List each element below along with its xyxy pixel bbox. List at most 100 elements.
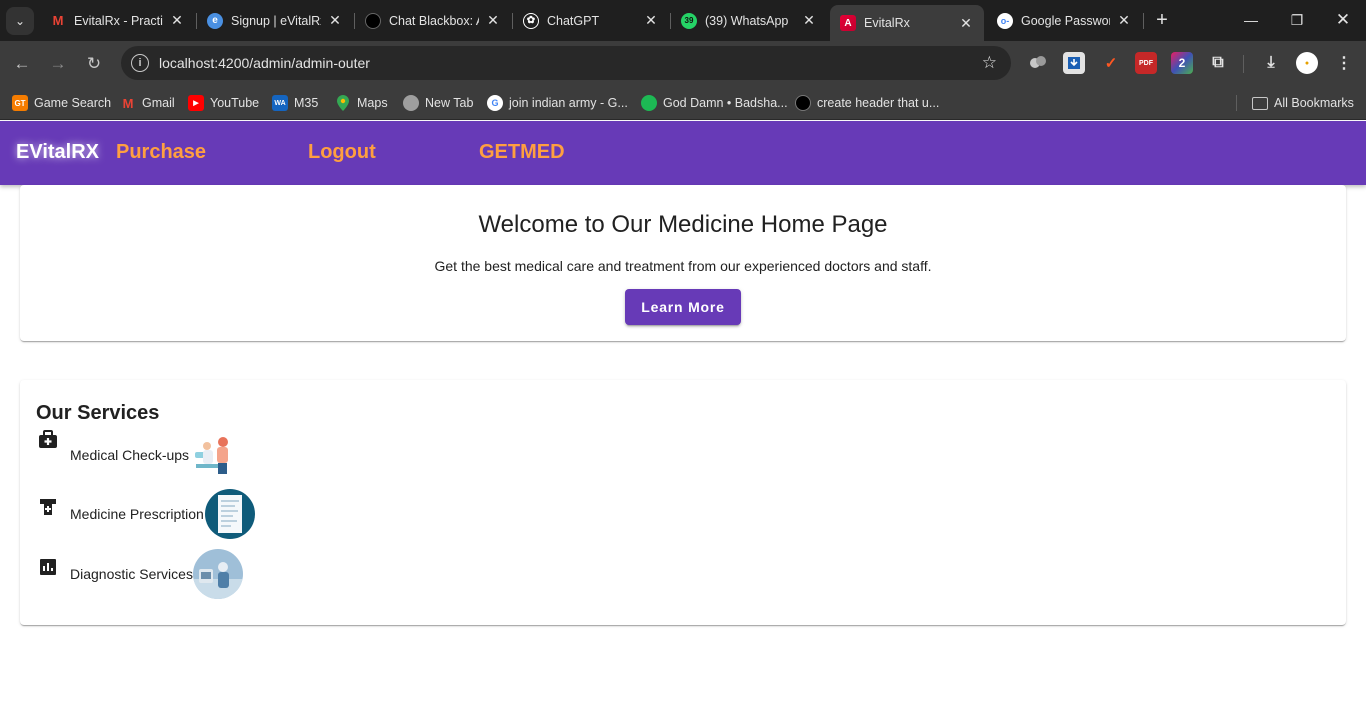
tab-title: Chat Blackbox: AI (389, 13, 479, 28)
url-text[interactable]: localhost:4200/admin/admin-outer (159, 55, 370, 71)
browser-tab-active[interactable]: A EvitalRx ✕ (830, 5, 984, 41)
service-item-medical-checkups: Medical Check-ups (36, 430, 238, 478)
prescription-document-image (204, 489, 255, 539)
bookmark-create-header[interactable]: create header that u... (795, 93, 939, 113)
tab-title: ChatGPT (547, 13, 600, 28)
toolbar-separator (1243, 55, 1244, 73)
bookmarks-bar: GT Game Search M Gmail ▶ YouTube WA M35 … (0, 85, 1366, 120)
brand-logo[interactable]: EVitalRX (16, 141, 99, 164)
diagnostic-lab-image (192, 549, 243, 599)
browser-tab[interactable]: M EvitalRx - Practic ✕ (40, 5, 195, 36)
new-tab-plus-icon[interactable]: + (1150, 8, 1174, 32)
download-box-icon[interactable] (1063, 52, 1085, 74)
bookmark-label: Maps (357, 96, 388, 110)
reload-icon[interactable]: ↻ (80, 50, 108, 78)
blackbox-icon (795, 95, 811, 111)
bookmark-join-indian-army[interactable]: G join indian army - G... (487, 93, 628, 113)
close-icon[interactable]: ✕ (327, 12, 343, 29)
tab-search-chevron-icon[interactable]: ⌄ (6, 7, 34, 35)
browser-tab[interactable]: ✿ ChatGPT ✕ (513, 5, 669, 36)
bookmark-label: Game Search (34, 96, 112, 110)
bookmark-label: All Bookmarks (1274, 96, 1354, 110)
bookmark-label: join indian army - G... (509, 96, 628, 110)
tab-separator (1143, 13, 1144, 29)
nav-link-getmed[interactable]: GETMED (479, 141, 565, 164)
spotify-icon (641, 95, 657, 111)
doctor-checkup-illustration (191, 432, 238, 478)
all-bookmarks[interactable]: All Bookmarks (1252, 93, 1354, 113)
vivaldi-icon[interactable]: ✓ (1100, 52, 1122, 74)
gmail-icon: M (122, 95, 134, 111)
bookmark-label: Gmail (142, 96, 175, 110)
hero-subtitle: Get the best medical care and treatment … (434, 258, 932, 274)
extensions-puzzle-icon[interactable]: ⧉ (1207, 52, 1229, 74)
bookmark-label: God Damn • Badsha... (663, 96, 788, 110)
tab-title: Signup | eVitalRx (231, 13, 321, 28)
tab-title: Google Passwords (1021, 13, 1110, 28)
evitalrx-icon: e (207, 12, 223, 29)
close-icon[interactable]: ✕ (958, 15, 974, 32)
service-item-medicine-prescription: Medicine Prescription (36, 489, 255, 539)
close-icon[interactable]: ✕ (643, 12, 659, 29)
services-card: Our Services Medical Check-ups Medicine … (20, 380, 1346, 625)
app-navbar: EVitalRX Purchase Logout GETMED (0, 121, 1366, 185)
browser-tab[interactable]: 39 (39) WhatsApp ✕ (671, 5, 827, 36)
nav-link-logout[interactable]: Logout (308, 141, 376, 164)
close-icon[interactable]: ✕ (169, 12, 185, 29)
site-info-icon[interactable]: i (131, 54, 149, 72)
forward-arrow-icon[interactable]: → (44, 50, 72, 78)
browser-tab[interactable]: e Signup | eVitalRx ✕ (197, 5, 353, 36)
profile-avatar[interactable]: ● (1296, 52, 1318, 74)
address-bar[interactable]: i localhost:4200/admin/admin-outer ☆ (121, 46, 1011, 80)
close-icon[interactable]: ✕ (485, 12, 501, 29)
globe-icon (403, 95, 419, 111)
bookmark-youtube[interactable]: ▶ YouTube (188, 93, 259, 113)
tab-title: EvitalRx - Practic (74, 13, 163, 28)
minimize-icon[interactable]: — (1228, 6, 1274, 34)
browser-tab-strip: ⌄ M EvitalRx - Practic ✕ e Signup | eVit… (0, 0, 1366, 41)
bookmark-label: create header that u... (817, 96, 940, 110)
bookmark-label: New Tab (425, 96, 474, 110)
browser-tab[interactable]: Chat Blackbox: AI ✕ (355, 5, 511, 36)
wa-icon: WA (272, 95, 288, 111)
service-label: Diagnostic Services (70, 566, 193, 582)
close-window-icon[interactable]: ✕ (1320, 6, 1366, 34)
close-icon[interactable]: ✕ (801, 12, 817, 29)
youtube-icon: ▶ (188, 95, 204, 111)
browser-tab[interactable]: o- Google Passwords ✕ (987, 5, 1142, 36)
angular-icon: A (840, 15, 856, 31)
bookmark-label: M35 (294, 96, 319, 110)
pdf-icon[interactable]: PDF (1135, 52, 1157, 74)
bookmark-m35[interactable]: WA M35 (272, 93, 318, 113)
bookmark-star-icon[interactable]: ☆ (982, 53, 997, 73)
nav-link-purchase[interactable]: Purchase (116, 141, 206, 164)
bookmark-maps[interactable]: Maps (335, 93, 388, 113)
learn-more-button[interactable]: Learn More (625, 289, 741, 325)
restore-icon[interactable]: ❐ (1274, 6, 1320, 34)
hero-card: Welcome to Our Medicine Home Page Get th… (20, 185, 1346, 341)
number-two-icon[interactable]: 2 (1171, 52, 1193, 74)
google-password-icon: o- (997, 12, 1013, 29)
service-item-diagnostic-services: Diagnostic Services (36, 549, 243, 599)
more-menu-icon[interactable]: ⋮ (1333, 52, 1355, 74)
service-label: Medicine Prescription (70, 506, 204, 522)
downloads-icon[interactable]: ⤓ (1260, 52, 1282, 74)
bookmark-label: YouTube (210, 96, 260, 110)
bookmark-new-tab[interactable]: New Tab (403, 93, 473, 113)
whatsapp-icon: 39 (681, 12, 697, 29)
gmail-icon: M (52, 13, 64, 28)
tab-title: EvitalRx (864, 16, 910, 30)
puzzle-blob-icon[interactable] (1027, 52, 1049, 74)
maps-icon (335, 95, 351, 111)
blackbox-icon (365, 12, 381, 29)
gt-icon: GT (12, 95, 28, 111)
bookmark-spotify[interactable]: God Damn • Badsha... (641, 93, 788, 113)
bookmark-game-search[interactable]: GT Game Search (12, 93, 111, 113)
service-label: Medical Check-ups (70, 447, 190, 463)
close-icon[interactable]: ✕ (1116, 12, 1132, 29)
hero-title: Welcome to Our Medicine Home Page (478, 211, 888, 238)
bookmark-gmail[interactable]: M Gmail (120, 93, 175, 113)
back-arrow-icon[interactable]: ← (8, 50, 36, 78)
tab-title: (39) WhatsApp (705, 13, 789, 28)
prescription-icon (36, 495, 60, 519)
